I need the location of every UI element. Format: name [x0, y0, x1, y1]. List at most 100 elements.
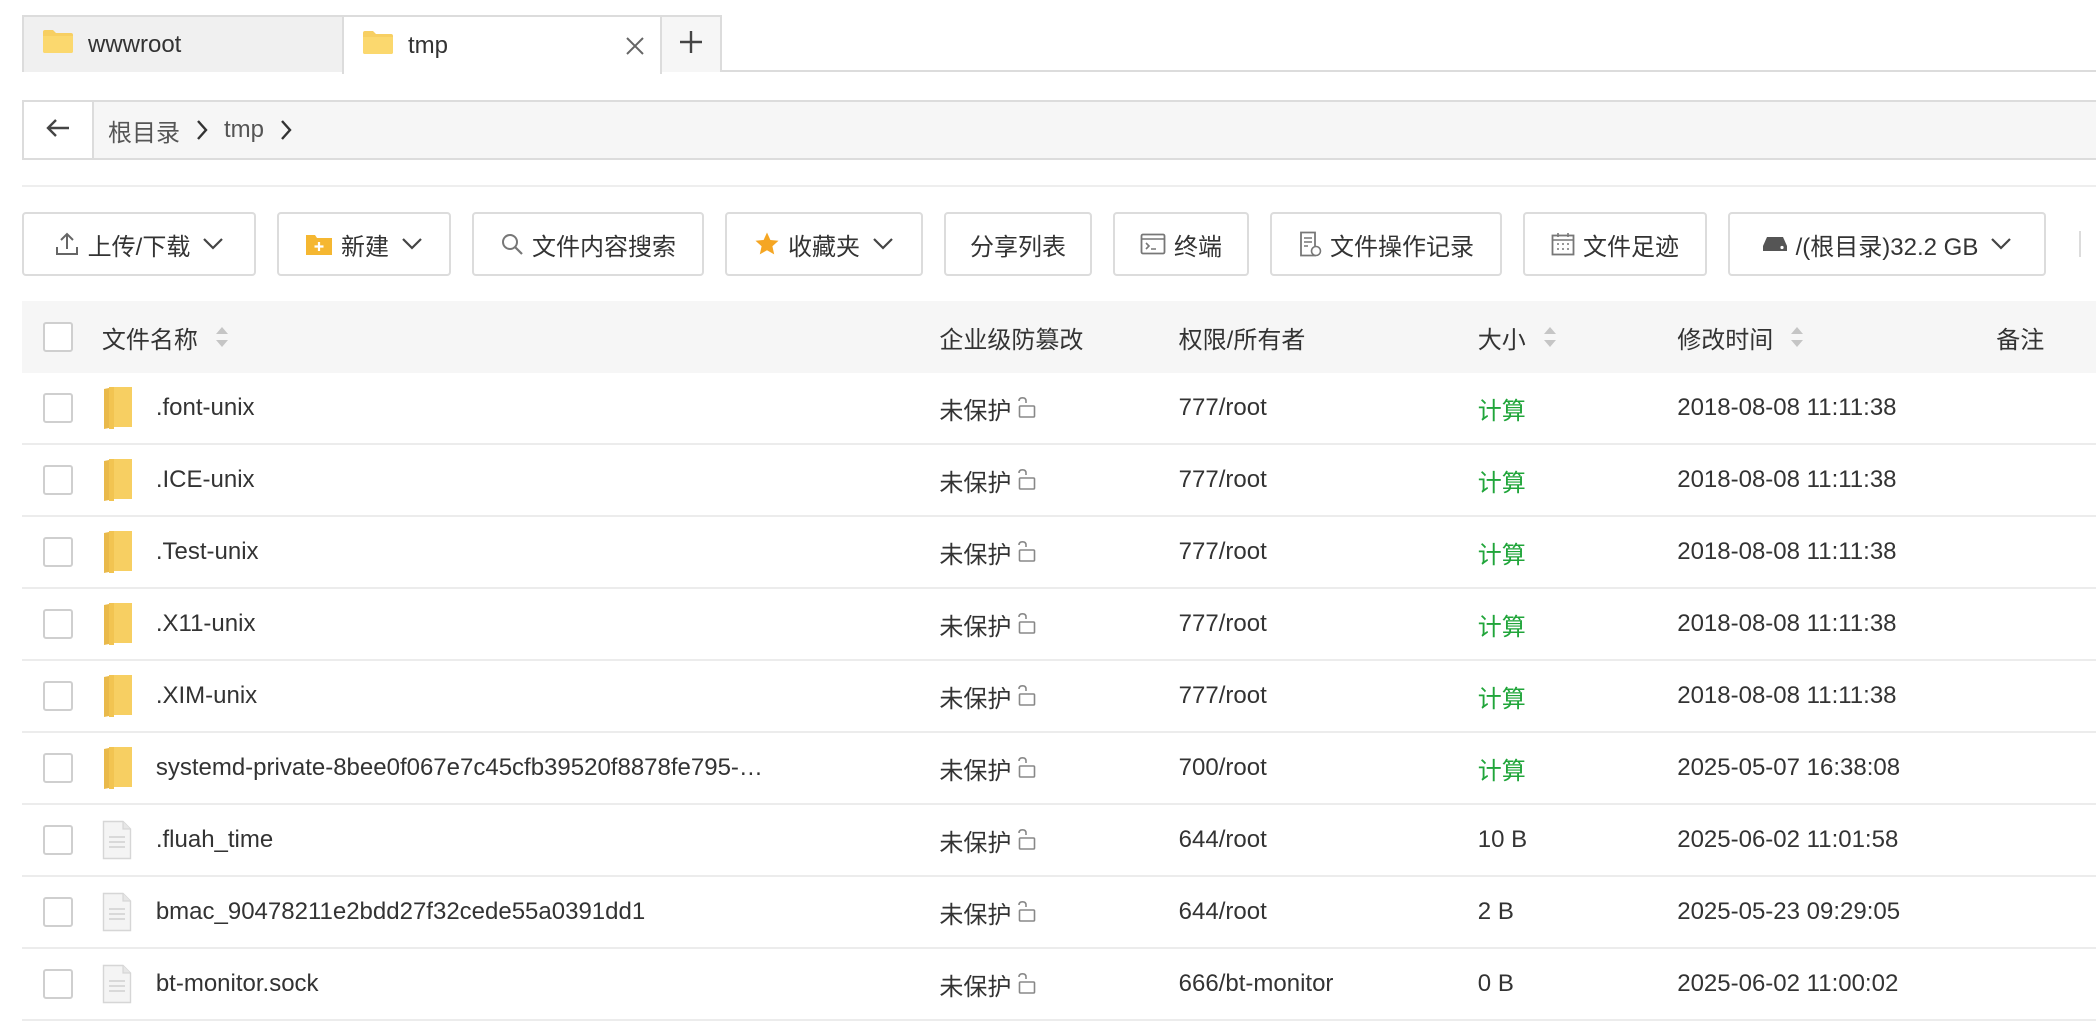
size-value[interactable]: 计算 [1478, 391, 1526, 426]
tab-wwwroot[interactable]: wwwroot [22, 15, 344, 72]
column-size[interactable]: 大小 [1478, 320, 1677, 355]
table-row[interactable]: .XIM-unix 未保护 777/root 计算 2018-08-08 11:… [22, 661, 2096, 733]
table-row[interactable]: .Test-unix 未保护 777/root 计算 2018-08-08 11… [22, 517, 2096, 589]
new-button[interactable]: 新建 [277, 212, 451, 276]
protect-status[interactable]: 未保护 [939, 967, 1011, 1002]
chevron-right-icon[interactable] [278, 117, 294, 143]
sort-icon[interactable] [1542, 325, 1558, 349]
tab-tmp[interactable]: tmp [342, 15, 662, 74]
size-value[interactable]: 计算 [1478, 535, 1526, 570]
protect-status[interactable]: 未保护 [939, 607, 1011, 642]
size-value: 10 B [1477, 826, 1528, 853]
file-name[interactable]: bmac_90478211e2bdd27f32cede55a0391dd1 [156, 898, 645, 926]
table-header: 文件名称 企业级防篡改 权限/所有者 大小 修改时间 备注 [22, 301, 2096, 373]
row-checkbox[interactable] [43, 897, 73, 927]
perm-cell[interactable]: 777/root [1179, 538, 1478, 566]
operation-log-button[interactable]: 文件操作记录 [1270, 212, 1502, 276]
size-value[interactable]: 计算 [1478, 751, 1526, 786]
folder-icon [102, 601, 156, 647]
chevron-right-icon[interactable] [194, 117, 210, 143]
column-mtime[interactable]: 修改时间 [1677, 320, 1996, 355]
favorites-button[interactable]: 收藏夹 [725, 212, 923, 276]
breadcrumb-root[interactable]: 根目录 [94, 113, 194, 148]
perm-cell[interactable]: 777/root [1179, 466, 1478, 494]
perm-cell[interactable]: 777/root [1179, 394, 1478, 422]
file-name[interactable]: .XIM-unix [156, 682, 257, 710]
row-checkbox[interactable] [43, 969, 73, 999]
breadcrumb: 根目录 tmp [94, 113, 294, 148]
perm-cell[interactable]: 777/root [1179, 682, 1478, 710]
upload-download-button[interactable]: 上传/下载 [22, 212, 256, 276]
file-name[interactable]: .font-unix [156, 394, 255, 422]
select-all-checkbox[interactable] [43, 322, 73, 352]
protect-status[interactable]: 未保护 [939, 535, 1011, 570]
row-checkbox[interactable] [43, 681, 73, 711]
unlock-icon[interactable] [1015, 684, 1037, 714]
table-row[interactable]: .X11-unix 未保护 777/root 计算 2018-08-08 11:… [22, 589, 2096, 661]
perm-cell[interactable]: 700/root [1179, 754, 1478, 782]
table-row[interactable]: bt-monitor.sock 未保护 666/bt-monitor 0 B 2… [22, 949, 2096, 1021]
table-row[interactable]: bmac_90478211e2bdd27f32cede55a0391dd1 未保… [22, 877, 2096, 949]
row-check-cell [22, 897, 102, 927]
unlock-icon[interactable] [1015, 828, 1037, 858]
file-name[interactable]: .ICE-unix [156, 466, 255, 494]
breadcrumb-tmp[interactable]: tmp [210, 116, 278, 144]
column-name[interactable]: 文件名称 [102, 320, 940, 355]
toolbar-separator [2079, 231, 2081, 257]
size-cell: 0 B [1478, 970, 1677, 998]
row-checkbox[interactable] [43, 393, 73, 423]
content-search-button[interactable]: 文件内容搜索 [472, 212, 704, 276]
unlock-icon[interactable] [1015, 396, 1037, 426]
row-checkbox[interactable] [43, 465, 73, 495]
column-protect: 企业级防篡改 [939, 320, 1178, 355]
row-checkbox[interactable] [43, 753, 73, 783]
perm-cell[interactable]: 644/root [1179, 898, 1478, 926]
file-footprint-button[interactable]: 文件足迹 [1523, 212, 1707, 276]
unlock-icon[interactable] [1015, 972, 1037, 1002]
table-row[interactable]: .font-unix 未保护 777/root 计算 2018-08-08 11… [22, 373, 2096, 445]
size-value[interactable]: 计算 [1478, 679, 1526, 714]
size-value[interactable]: 计算 [1478, 607, 1526, 642]
perm-cell[interactable]: 644/root [1179, 826, 1478, 854]
file-name[interactable]: .fluah_time [156, 826, 273, 854]
row-checkbox[interactable] [43, 825, 73, 855]
chevron-down-icon [401, 237, 423, 251]
protect-status[interactable]: 未保护 [939, 679, 1011, 714]
add-tab-button[interactable] [660, 15, 722, 72]
table-row[interactable]: .fluah_time 未保护 644/root 10 B 2025-06-02… [22, 805, 2096, 877]
file-name[interactable]: .Test-unix [156, 538, 259, 566]
unlock-icon[interactable] [1015, 756, 1037, 786]
table-row[interactable]: .ICE-unix 未保护 777/root 计算 2018-08-08 11:… [22, 445, 2096, 517]
terminal-button[interactable]: 终端 [1113, 212, 1249, 276]
unlock-icon[interactable] [1015, 468, 1037, 498]
mtime-cell: 2018-08-08 11:11:38 [1677, 682, 1897, 709]
protect-status[interactable]: 未保护 [939, 751, 1011, 786]
file-name[interactable]: bt-monitor.sock [156, 970, 319, 998]
row-checkbox[interactable] [43, 609, 73, 639]
unlock-icon[interactable] [1015, 900, 1037, 930]
size-value[interactable]: 计算 [1478, 463, 1526, 498]
row-checkbox[interactable] [43, 537, 73, 567]
file-name[interactable]: systemd-private-8bee0f067e7c45cfb39520f8… [156, 754, 763, 782]
unlock-icon[interactable] [1015, 540, 1037, 570]
close-icon[interactable] [624, 35, 646, 57]
protect-status[interactable]: 未保护 [939, 391, 1011, 426]
row-check-cell [22, 393, 102, 423]
table-row[interactable]: systemd-private-8bee0f067e7c45cfb39520f8… [22, 733, 2096, 805]
sort-icon[interactable] [1789, 325, 1805, 349]
perm-cell[interactable]: 777/root [1179, 610, 1478, 638]
protect-status[interactable]: 未保护 [939, 823, 1011, 858]
protect-cell: 未保护 [939, 967, 1178, 1002]
file-name[interactable]: .X11-unix [156, 610, 256, 638]
perm-cell[interactable]: 666/bt-monitor [1179, 970, 1478, 998]
share-list-button[interactable]: 分享列表 [944, 212, 1092, 276]
folder-icon [102, 673, 156, 719]
protect-status[interactable]: 未保护 [939, 463, 1011, 498]
disk-select-button[interactable]: /(根目录)32.2 GB [1728, 212, 2046, 276]
sort-icon[interactable] [214, 325, 230, 349]
unlock-icon[interactable] [1015, 612, 1037, 642]
mtime-cell: 2018-08-08 11:11:38 [1677, 610, 1897, 637]
protect-status[interactable]: 未保护 [939, 895, 1011, 930]
back-button[interactable] [24, 102, 94, 158]
mtime-cell: 2025-06-02 11:00:02 [1677, 970, 1899, 997]
